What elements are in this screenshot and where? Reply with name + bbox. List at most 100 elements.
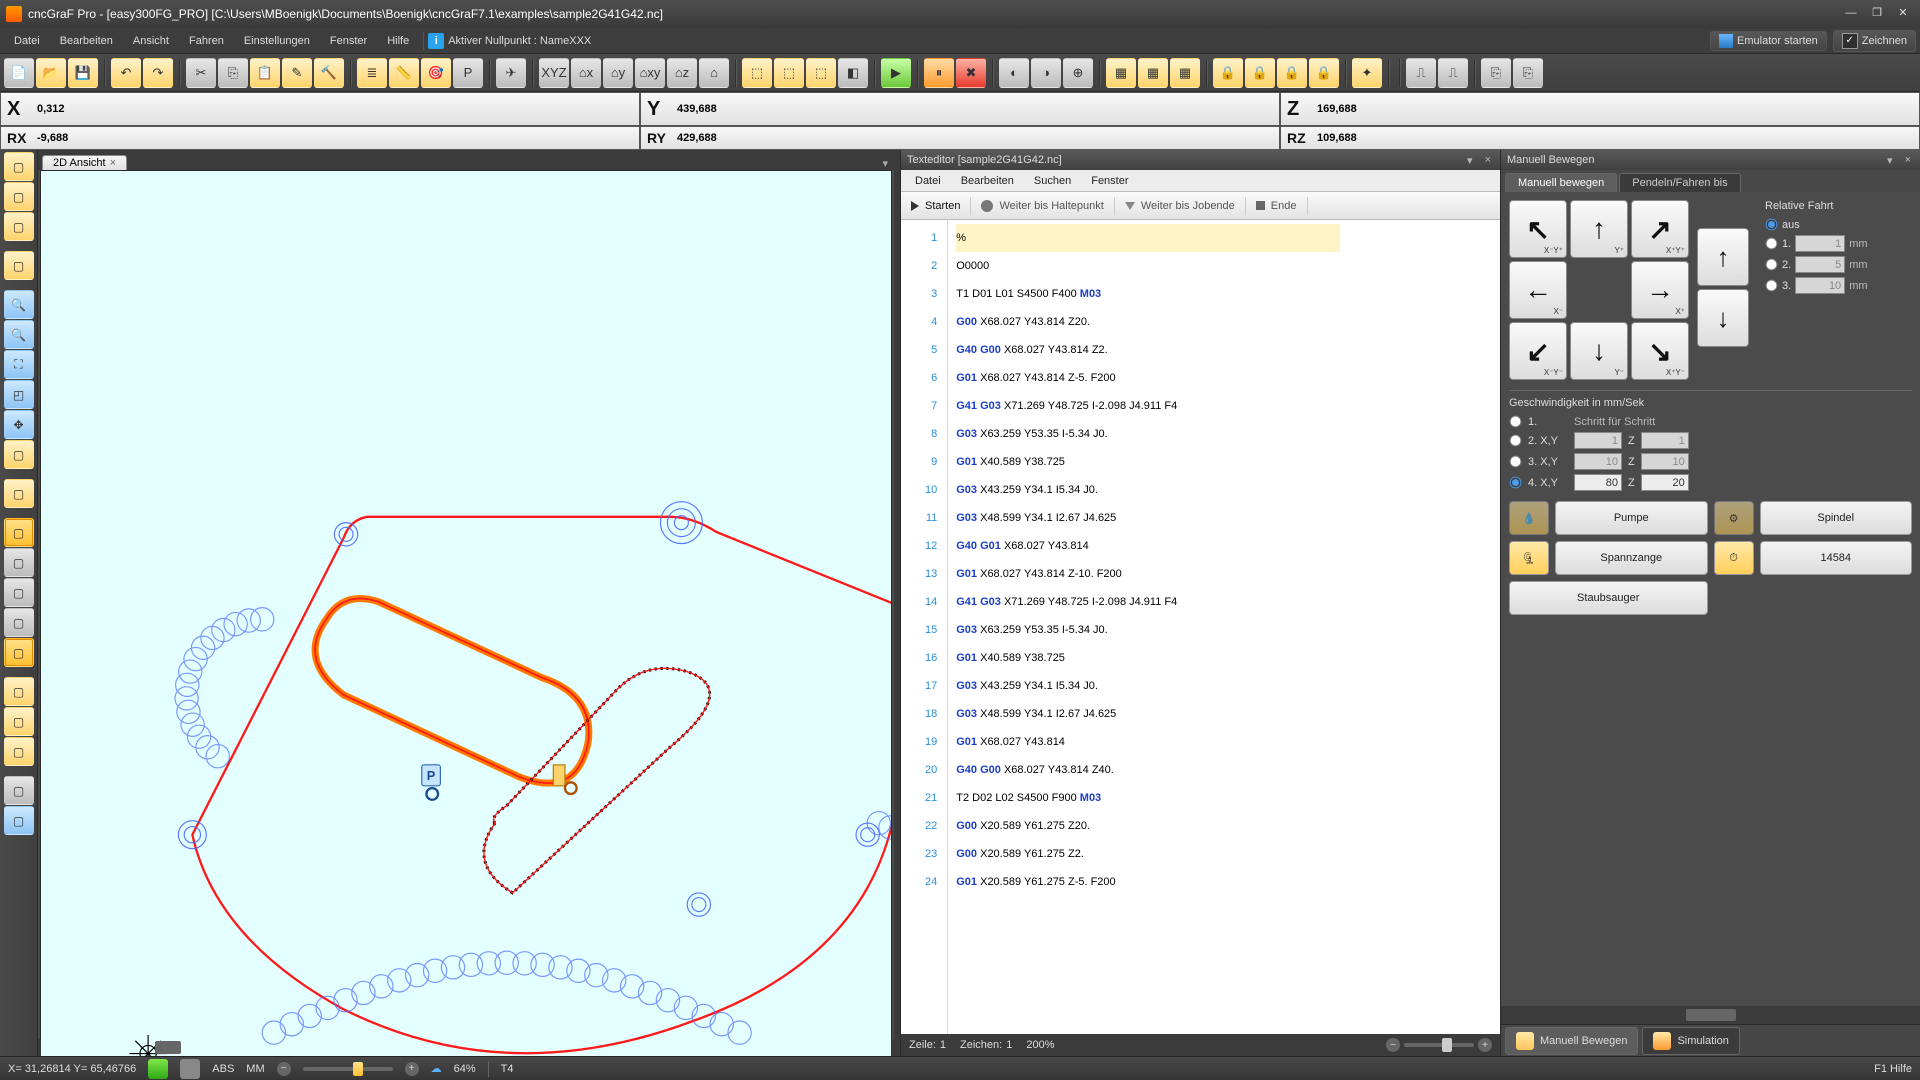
- txt-menu-file[interactable]: Datei: [905, 173, 951, 189]
- txt-continue-jobend-button[interactable]: Weiter bis Jobende: [1115, 197, 1246, 215]
- clamp-icon-button[interactable]: 🗜: [1509, 541, 1549, 575]
- tab-pendeln[interactable]: Pendeln/Fahren bis: [1619, 173, 1740, 192]
- status-connection-icon[interactable]: [148, 1059, 168, 1079]
- menu-edit[interactable]: Bearbeiten: [50, 32, 123, 50]
- probe-button[interactable]: 🎯: [421, 58, 451, 88]
- save-file-button[interactable]: 💾: [68, 58, 98, 88]
- tool-list-button[interactable]: ▢: [4, 479, 34, 508]
- menu-window[interactable]: Fenster: [320, 32, 377, 50]
- spindle-button[interactable]: Spindel: [1760, 501, 1913, 535]
- rel-dist-1[interactable]: [1795, 235, 1845, 252]
- manual-hscrollbar[interactable]: [1501, 1006, 1920, 1024]
- status-link-icon[interactable]: [180, 1059, 200, 1079]
- cut-button[interactable]: ✂: [186, 58, 216, 88]
- rel-radio-2[interactable]: [1766, 259, 1778, 271]
- speed-value-button[interactable]: 14584: [1760, 541, 1913, 575]
- speed-radio-4[interactable]: [1510, 477, 1522, 489]
- pump-icon-button[interactable]: 💧: [1509, 501, 1549, 535]
- redo-button[interactable]: ↷: [143, 58, 173, 88]
- t3-button[interactable]: ⎘: [1481, 58, 1511, 88]
- jog-ne-button[interactable]: ↗X⁺Y⁺: [1631, 200, 1689, 258]
- feed-plus-button[interactable]: +: [405, 1062, 419, 1076]
- iso4-button[interactable]: ▢: [4, 608, 34, 637]
- speed-xy-2[interactable]: [1574, 432, 1622, 449]
- txt-menu-search[interactable]: Suchen: [1024, 173, 1081, 189]
- pause-button[interactable]: ⏸: [924, 58, 954, 88]
- jog-w-button[interactable]: ←X⁻: [1509, 261, 1567, 319]
- panel-close-icon[interactable]: [1482, 154, 1494, 166]
- wire-button[interactable]: ▢: [4, 776, 34, 805]
- cube-button[interactable]: ◧: [838, 58, 868, 88]
- lock1-button[interactable]: 🔒: [1213, 58, 1243, 88]
- speed-radio-2[interactable]: [1510, 435, 1522, 447]
- zoom-in-button[interactable]: 🔍: [4, 290, 34, 319]
- rel-dist-3[interactable]: [1795, 277, 1845, 294]
- park-button[interactable]: P: [453, 58, 483, 88]
- horizontal-scrollbar[interactable]: ◄►: [38, 1039, 894, 1056]
- view3d-button[interactable]: ▢: [4, 182, 34, 211]
- t2-button[interactable]: ⎍: [1438, 58, 1468, 88]
- t1-button[interactable]: ⎍: [1406, 58, 1436, 88]
- jog-nw-button[interactable]: ↖X⁻Y⁺: [1509, 200, 1567, 258]
- xyz-button[interactable]: XYZ: [539, 58, 569, 88]
- speed-radio-1[interactable]: [1510, 416, 1522, 428]
- jog-z-up-button[interactable]: ↑Z⁺: [1697, 228, 1749, 286]
- jog-sw-button[interactable]: ↙X⁻Y⁻: [1509, 322, 1567, 380]
- ref3-button[interactable]: ⬚: [806, 58, 836, 88]
- feed-minus-button[interactable]: −: [277, 1062, 291, 1076]
- draw-toggle[interactable]: Zeichnen: [1833, 30, 1916, 52]
- menu-drive[interactable]: Fahren: [179, 32, 234, 50]
- spindle-icon-button[interactable]: ⚙: [1714, 501, 1754, 535]
- menu-help[interactable]: Hilfe: [377, 32, 419, 50]
- rotate-button[interactable]: ▢: [4, 440, 34, 469]
- jog-e-button[interactable]: →X⁺: [1631, 261, 1689, 319]
- txt-start-button[interactable]: Starten: [901, 197, 971, 215]
- home-xy-button[interactable]: ⌂xy: [635, 58, 665, 88]
- copy-button[interactable]: ⎘: [218, 58, 248, 88]
- paste-button[interactable]: 📋: [250, 58, 280, 88]
- clamp-button[interactable]: Spannzange: [1555, 541, 1708, 575]
- txt-stop-button[interactable]: Ende: [1246, 197, 1308, 215]
- layers-button[interactable]: ≣: [357, 58, 387, 88]
- zoom-out-button[interactable]: −: [1386, 1038, 1400, 1052]
- tab-manual-move[interactable]: Manuell bewegen: [1505, 173, 1617, 192]
- home-y-button[interactable]: ⌂y: [603, 58, 633, 88]
- home-x-button[interactable]: ⌂x: [571, 58, 601, 88]
- view-top-button[interactable]: ▢: [4, 251, 34, 280]
- new-file-button[interactable]: 📄: [4, 58, 34, 88]
- menu-file[interactable]: Datei: [4, 32, 50, 50]
- vacuum-button[interactable]: Staubsauger: [1509, 581, 1708, 615]
- speed-xy-4[interactable]: [1574, 474, 1622, 491]
- play-button[interactable]: ▶: [881, 58, 911, 88]
- iso3-button[interactable]: ▢: [4, 578, 34, 607]
- rel-radio-3[interactable]: [1766, 280, 1778, 292]
- select-button[interactable]: ▢: [4, 152, 34, 181]
- lock2-button[interactable]: 🔒: [1245, 58, 1275, 88]
- zoom-in-button[interactable]: +: [1478, 1038, 1492, 1052]
- cube2-button[interactable]: ▢: [4, 707, 34, 736]
- iso2-button[interactable]: ▢: [4, 548, 34, 577]
- speed-xy-3[interactable]: [1574, 453, 1622, 470]
- txt-menu-edit[interactable]: Bearbeiten: [951, 173, 1024, 189]
- panel-close-icon[interactable]: [1902, 154, 1914, 166]
- restore-button[interactable]: ❐: [1866, 6, 1888, 22]
- lock3-button[interactable]: 🔒: [1277, 58, 1307, 88]
- measure-button[interactable]: 📏: [389, 58, 419, 88]
- open-file-button[interactable]: 📂: [36, 58, 66, 88]
- grid2-button[interactable]: ▦: [1138, 58, 1168, 88]
- view-iso-button[interactable]: ▢: [4, 212, 34, 241]
- menu-settings[interactable]: Einstellungen: [234, 32, 320, 50]
- feed-slider[interactable]: [303, 1067, 393, 1071]
- t4-button[interactable]: ⎘: [1513, 58, 1543, 88]
- rel-off-radio[interactable]: [1766, 219, 1778, 231]
- jog-se-button[interactable]: ↘X⁺Y⁻: [1631, 322, 1689, 380]
- tab-close-icon[interactable]: ×: [110, 157, 116, 169]
- jog-z-down-button[interactable]: ↓Z⁻: [1697, 289, 1749, 347]
- txt-menu-window[interactable]: Fenster: [1081, 173, 1138, 189]
- speed-z-3[interactable]: [1641, 453, 1689, 470]
- zoom-window-button[interactable]: ◰: [4, 380, 34, 409]
- cube3-button[interactable]: ▢: [4, 737, 34, 766]
- jet-button[interactable]: ✈: [496, 58, 526, 88]
- ref2-button[interactable]: ⬚: [774, 58, 804, 88]
- zoom-slider[interactable]: [1404, 1043, 1474, 1047]
